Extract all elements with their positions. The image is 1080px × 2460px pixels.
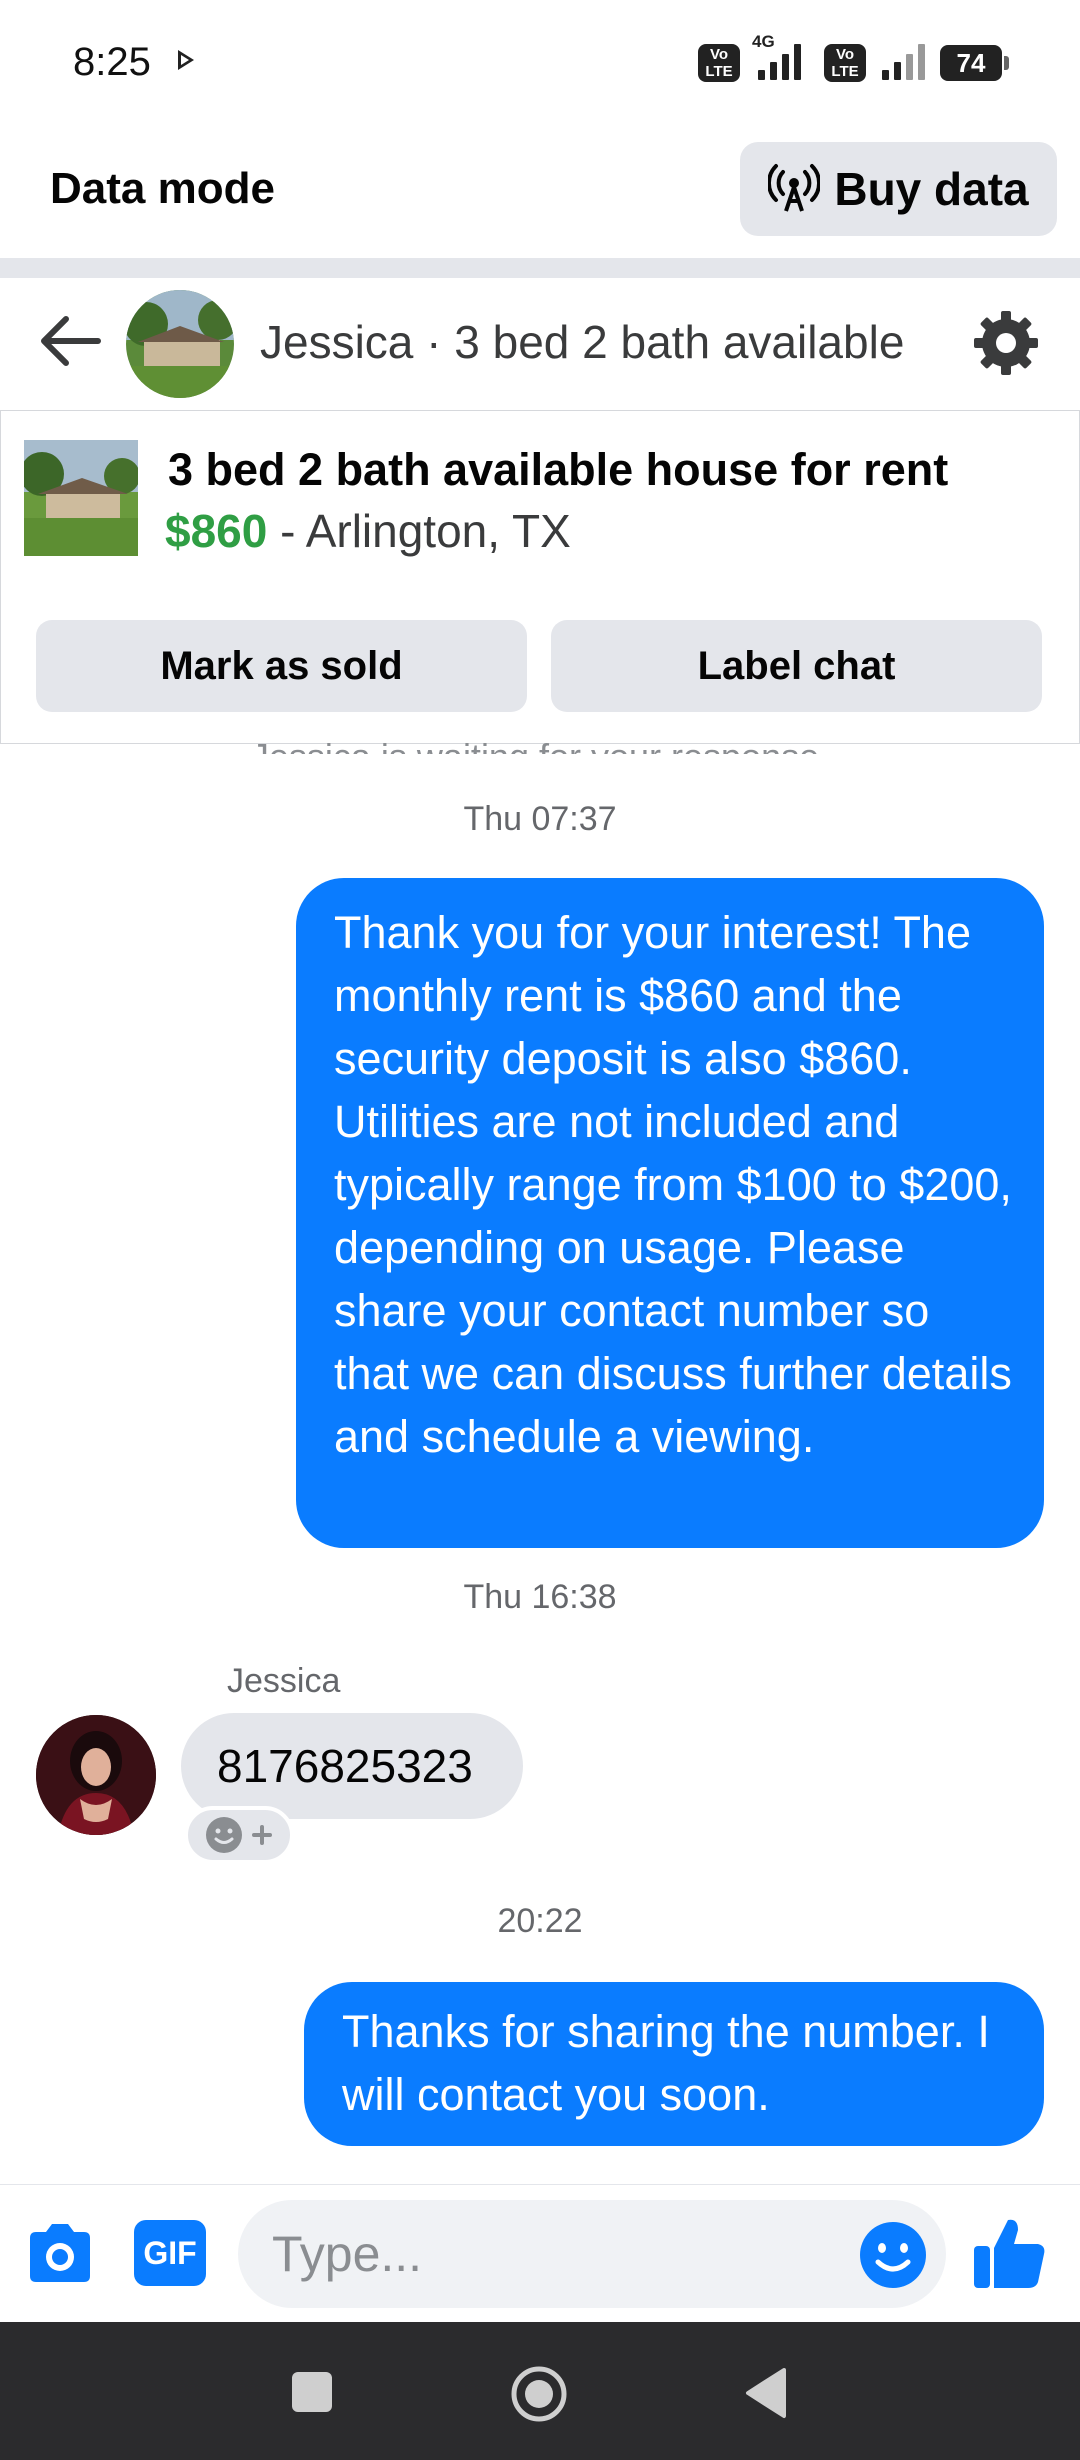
profile-photo (36, 1715, 156, 1835)
buy-data-button[interactable]: Buy data (740, 142, 1057, 236)
home-circle-icon (511, 2366, 567, 2422)
data-mode-title: Data mode (50, 164, 275, 213)
signal-icon (880, 44, 930, 80)
triangle-back-icon (746, 2368, 786, 2418)
listing-price: $860 (165, 505, 268, 557)
smiley-icon (860, 2222, 926, 2288)
listing-avatar[interactable] (126, 290, 234, 398)
house-photo (126, 290, 234, 398)
broadcast-tower-icon (768, 164, 821, 212)
system-back-button[interactable] (744, 2366, 788, 2420)
divider (0, 258, 1080, 278)
camera-button[interactable] (24, 2220, 96, 2286)
listing-separator: - (267, 505, 306, 557)
conversation-title[interactable]: Jessica · 3 bed 2 bath available (260, 315, 904, 369)
back-button[interactable] (36, 305, 108, 377)
smiley-icon (206, 1817, 242, 1853)
mark-as-sold-button[interactable]: Mark as sold (36, 620, 527, 712)
recent-apps-button[interactable] (292, 2372, 332, 2412)
gif-button[interactable]: GIF (134, 2220, 206, 2286)
thumbs-up-icon (974, 2219, 1045, 2288)
buy-data-label: Buy data (834, 163, 1029, 215)
emoji-button[interactable] (858, 2220, 928, 2290)
like-button[interactable] (968, 2212, 1050, 2294)
signal-4g-icon: 4G (752, 32, 812, 80)
volte-badge: Vo LTE (698, 44, 740, 82)
camera-icon (30, 2224, 90, 2282)
status-time: 8:25 (73, 40, 151, 84)
waiting-notice: Jessica is waiting for your response. (0, 722, 1080, 754)
outgoing-message[interactable]: Thanks for sharing the number. I will co… (304, 1982, 1044, 2146)
outgoing-message[interactable]: Thank you for your interest! The monthly… (296, 878, 1044, 1548)
volte-badge-2: Vo LTE (824, 44, 866, 82)
home-button[interactable] (510, 2365, 568, 2423)
house-photo (24, 440, 138, 556)
arrow-left-icon (41, 316, 101, 366)
add-reaction-button[interactable] (184, 1806, 294, 1864)
plus-icon (252, 1825, 272, 1845)
listing-price-line: $860 - Arlington, TX (165, 504, 571, 558)
network-type-label: 4G (752, 32, 775, 51)
gear-icon (974, 311, 1038, 375)
listing-title[interactable]: 3 bed 2 bath available house for rent (168, 444, 948, 496)
listing-location: Arlington, TX (305, 505, 571, 557)
play-icon (178, 50, 194, 70)
timestamp: 20:22 (497, 1902, 583, 1940)
listing-thumbnail[interactable] (24, 440, 138, 556)
battery-icon: 74 (940, 45, 1009, 81)
message-input[interactable] (238, 2200, 946, 2308)
sender-avatar[interactable] (36, 1715, 156, 1835)
sender-name: Jessica (227, 1662, 341, 1700)
timestamp: Thu 16:38 (463, 1578, 617, 1616)
label-chat-button[interactable]: Label chat (551, 620, 1042, 712)
incoming-message[interactable]: 8176825323 (181, 1713, 523, 1819)
timestamp: Thu 07:37 (463, 800, 617, 838)
settings-button[interactable] (970, 307, 1042, 379)
